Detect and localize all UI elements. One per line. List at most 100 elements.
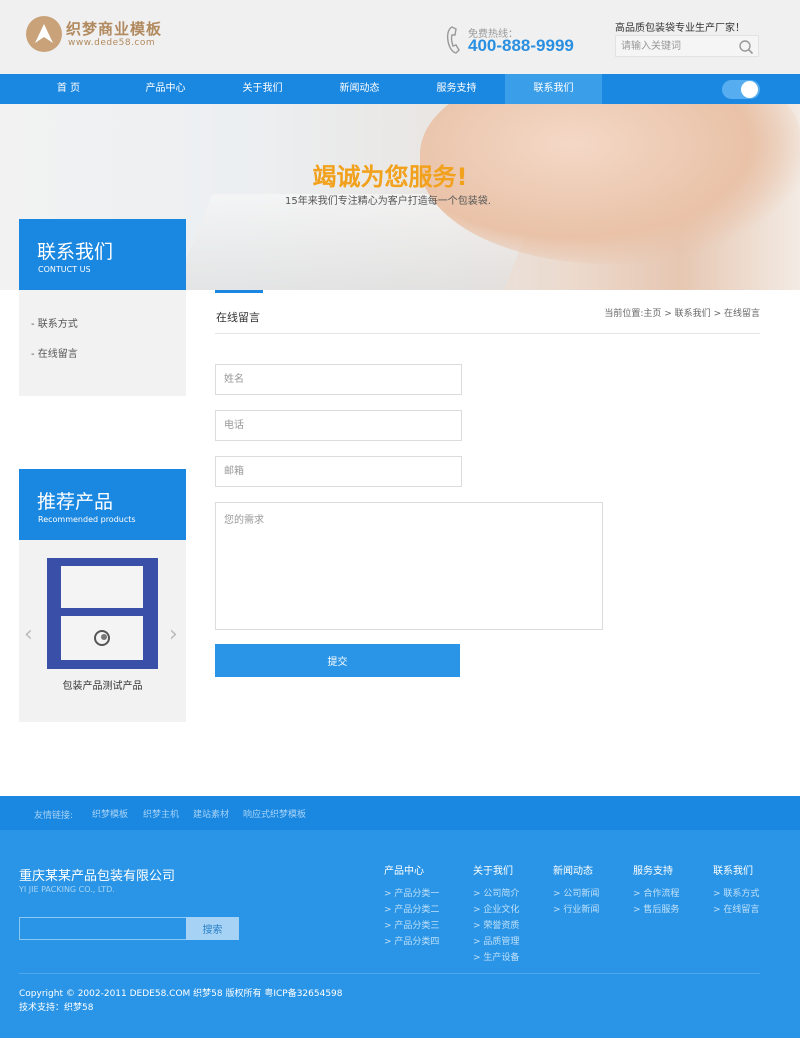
sidebar-item-label: 在线留言	[37, 349, 78, 360]
footer-link[interactable]: > 公司新闻	[553, 886, 599, 899]
site-logo[interactable]: 织梦商业模板 www.dede58.com	[26, 16, 176, 56]
nav-item-contact[interactable]: 联系我们	[505, 74, 602, 104]
sidebar-contact-header: 联系我们 CONTUCT US	[19, 219, 186, 290]
footer-link[interactable]: > 产品分类一	[384, 886, 439, 899]
footer-search-button[interactable]: 搜索	[186, 917, 239, 940]
footer-link[interactable]: > 荣誉资质	[473, 918, 519, 931]
banner-headline: 竭诚为您服务!	[312, 163, 468, 191]
content-tab-marker	[215, 290, 263, 293]
product-caption[interactable]: 包装产品测试产品	[19, 677, 186, 692]
chevron-left-icon[interactable]: ‹	[24, 622, 33, 647]
search-input[interactable]	[616, 36, 736, 56]
footer-link[interactable]: > 行业新闻	[553, 902, 599, 915]
footer-link[interactable]: > 企业文化	[473, 902, 519, 915]
footer-link-bullet: >	[473, 921, 481, 931]
name-field[interactable]	[215, 364, 462, 395]
footer-link-bullet: >	[713, 889, 721, 899]
logo-emblem-icon	[26, 16, 62, 52]
breadcrumb-separator: >	[713, 309, 722, 319]
footer-link-label: 行业新闻	[563, 905, 600, 915]
breadcrumb-home[interactable]: 主页	[643, 309, 661, 319]
footer-col-title[interactable]: 服务支持	[633, 862, 673, 877]
nav-item-products[interactable]: 产品中心	[117, 74, 214, 104]
header-slogan: 高品质包装袋专业生产厂家！	[615, 23, 745, 34]
footer-link[interactable]: > 产品分类三	[384, 918, 439, 931]
sidebar-item-message[interactable]: - 在线留言	[31, 345, 78, 360]
footer-link[interactable]: > 联系方式	[713, 886, 759, 899]
chevron-right-icon[interactable]: ›	[169, 622, 178, 647]
footer-search-input[interactable]	[19, 917, 187, 940]
breadcrumb-current[interactable]: 在线留言	[724, 309, 760, 319]
nav-toggle-switch[interactable]	[722, 80, 760, 99]
sidebar-contact-subtitle: CONTUCT US	[38, 265, 91, 274]
message-textarea[interactable]	[215, 502, 603, 630]
main-nav: 首 页 产品中心 关于我们 新闻动态 服务支持 联系我们	[0, 74, 800, 104]
friend-link[interactable]: 建站素材	[193, 807, 229, 820]
footer-link-label: 企业文化	[483, 905, 520, 915]
friend-links-label: 友情链接:	[34, 811, 74, 821]
footer-link-label: 联系方式	[723, 889, 760, 899]
search-icon[interactable]	[738, 39, 754, 55]
footer-divider	[19, 973, 760, 974]
footer-copyright: Copyright © 2002-2011 DEDE58.COM 织梦58 版权…	[19, 989, 343, 999]
submit-button[interactable]: 提交	[215, 644, 460, 677]
nav-item-support[interactable]: 服务支持	[408, 74, 505, 104]
product-tag-bottom	[61, 616, 143, 660]
footer-col-title[interactable]: 关于我们	[473, 862, 513, 877]
footer-link-bullet: >	[384, 921, 392, 931]
footer-link-bullet: >	[713, 905, 721, 915]
nav-item-about[interactable]: 关于我们	[214, 74, 311, 104]
footer-link[interactable]: > 产品分类二	[384, 902, 439, 915]
friend-link[interactable]: 织梦主机	[143, 807, 179, 820]
footer-link-label: 公司新闻	[563, 889, 600, 899]
footer-link-bullet: >	[473, 953, 481, 963]
footer-link-bullet: >	[633, 889, 641, 899]
footer-col-title[interactable]: 产品中心	[384, 862, 424, 877]
footer-link-label: 产品分类三	[394, 921, 440, 931]
product-image[interactable]	[47, 558, 158, 669]
footer-col-title[interactable]: 新闻动态	[553, 862, 593, 877]
nav-item-news[interactable]: 新闻动态	[311, 74, 408, 104]
footer-link[interactable]: > 产品分类四	[384, 934, 439, 947]
footer-link-bullet: >	[633, 905, 641, 915]
footer-link-bullet: >	[384, 905, 392, 915]
footer-link[interactable]: > 售后服务	[633, 902, 679, 915]
footer-link[interactable]: > 在线留言	[713, 902, 759, 915]
breadcrumb-contact[interactable]: 联系我们	[675, 309, 711, 319]
email-field[interactable]	[215, 456, 462, 487]
phone-field[interactable]	[215, 410, 462, 441]
footer-company-en: YI JIE PACKING CO., LTD.	[19, 885, 115, 894]
sidebar-recommended-header: 推荐产品 Recommended products	[19, 469, 186, 540]
breadcrumb-separator: >	[664, 309, 672, 319]
breadcrumb: 当前位置:主页 > 联系我们 > 在线留言	[604, 306, 760, 319]
hotline: 免费热线： 400-888-9999	[446, 22, 596, 62]
footer-link-label: 产品分类二	[394, 905, 440, 915]
recommended-carousel: ‹ › 包装产品测试产品	[19, 540, 186, 722]
logo-title: 织梦商业模板	[66, 20, 163, 38]
footer-link-bullet: >	[384, 889, 392, 899]
footer-link-bullet: >	[473, 905, 481, 915]
footer-link[interactable]: > 生产设备	[473, 950, 519, 963]
product-tag-top	[61, 566, 143, 608]
footer-link-label: 产品分类四	[394, 937, 440, 947]
footer-link[interactable]: > 合作流程	[633, 886, 679, 899]
footer-col-title[interactable]: 联系我们	[713, 862, 753, 877]
banner-subline: 15年来我们专注精心为客户打造每一个包装袋.	[285, 196, 491, 207]
friend-link[interactable]: 织梦模板	[92, 807, 128, 820]
footer-link[interactable]: > 品质管理	[473, 934, 519, 947]
friend-link[interactable]: 响应式织梦模板	[243, 807, 306, 820]
site-footer: 重庆某某产品包装有限公司 YI JIE PACKING CO., LTD. 搜索…	[0, 830, 800, 1038]
sidebar-contact-menu: - 联系方式 - 在线留言	[19, 290, 186, 396]
footer-link-bullet: >	[553, 889, 561, 899]
footer-link-label: 售后服务	[643, 905, 680, 915]
footer-link[interactable]: > 公司简介	[473, 886, 519, 899]
sidebar-item-contact-info[interactable]: - 联系方式	[31, 315, 78, 330]
footer-link-label: 生产设备	[483, 953, 520, 963]
nav-item-home[interactable]: 首 页	[20, 74, 117, 104]
logo-url: www.dede58.com	[68, 38, 156, 48]
footer-link-bullet: >	[473, 889, 481, 899]
footer-link-label: 品质管理	[483, 937, 520, 947]
page-title: 在线留言	[216, 311, 260, 324]
footer-support: 技术支持：织梦58	[19, 1003, 94, 1013]
footer-link-bullet: >	[384, 937, 392, 947]
